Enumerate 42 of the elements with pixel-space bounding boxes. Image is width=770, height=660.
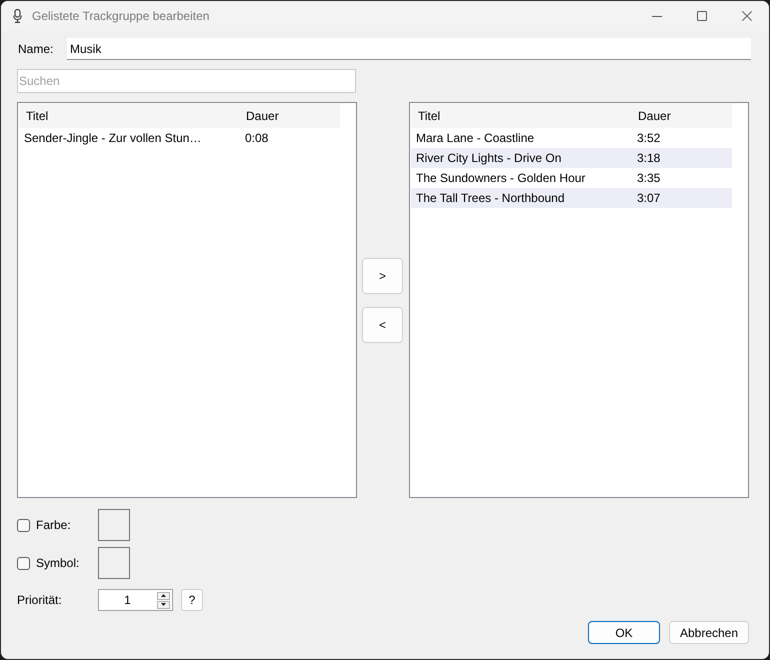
table-cell-text: 3:18	[636, 150, 662, 167]
checkbox-label: Symbol:	[36, 555, 80, 572]
table-cell-text: 3:07	[636, 190, 662, 207]
move-right-button[interactable]: >	[362, 258, 403, 294]
list-row[interactable]: River City Lights - Drive On 3:18	[411, 148, 732, 168]
symbol-picker-button[interactable]	[98, 547, 130, 579]
triangle-up-icon	[161, 594, 166, 597]
column-header[interactable]: Dauer	[633, 104, 732, 128]
move-left-button[interactable]: <	[362, 306, 403, 342]
name-field[interactable]: Musik	[67, 38, 751, 60]
table-cell-text: The Sundowners - Golden Hour	[415, 170, 586, 187]
column-header[interactable]: Dauer	[241, 104, 340, 128]
spin-up-button[interactable]	[157, 592, 170, 600]
checkbox-label: Farbe:	[36, 517, 71, 534]
table-cell-text: 3:35	[636, 170, 662, 187]
table-cell-text: 3:52	[636, 130, 662, 147]
track-list[interactable]: Titel Dauer Mara Lane - Coastline 3:52 River City Lights - Drive On 3:18 The Sundowners - Golden Hour 3:35 The Tall Trees - Northbound 3:07	[409, 102, 749, 498]
triangle-down-icon	[161, 603, 166, 606]
window-title: Gelistete Trackgruppe bearbeiten	[32, 8, 210, 25]
column-header[interactable]: Titel	[19, 104, 241, 128]
ok-button[interactable]: OK	[588, 621, 660, 644]
search-field[interactable]: Suchen	[17, 69, 356, 93]
maximize-icon	[696, 11, 706, 21]
color-picker-button[interactable]	[98, 509, 130, 541]
number-spinner[interactable]: 1	[98, 589, 173, 611]
table-cell-text: Sender-Jingle - Zur vollen Stun…	[23, 130, 202, 147]
checkbox[interactable]	[17, 556, 30, 570]
microphone-icon	[13, 9, 22, 23]
priority-label: Priorität:	[17, 593, 62, 607]
help-button[interactable]: ?	[181, 589, 203, 611]
track-list[interactable]: Titel Dauer Sender-Jingle - Zur vollen Stun… 0:08	[17, 102, 357, 498]
table-cell-text: The Tall Trees - Northbound	[415, 190, 566, 207]
cancel-button[interactable]: Abbrechen	[669, 621, 749, 644]
table-cell-text: River City Lights - Drive On	[415, 150, 562, 167]
column-header[interactable]: Titel	[411, 104, 633, 128]
spin-down-button[interactable]	[157, 600, 170, 608]
close-icon	[742, 11, 752, 21]
table-cell-text: 0:08	[244, 130, 270, 147]
table-cell-text: Mara Lane - Coastline	[415, 130, 536, 147]
name-label: Name:	[18, 42, 54, 56]
list-row[interactable]: The Tall Trees - Northbound 3:07	[411, 188, 732, 208]
checkbox[interactable]	[17, 518, 30, 532]
